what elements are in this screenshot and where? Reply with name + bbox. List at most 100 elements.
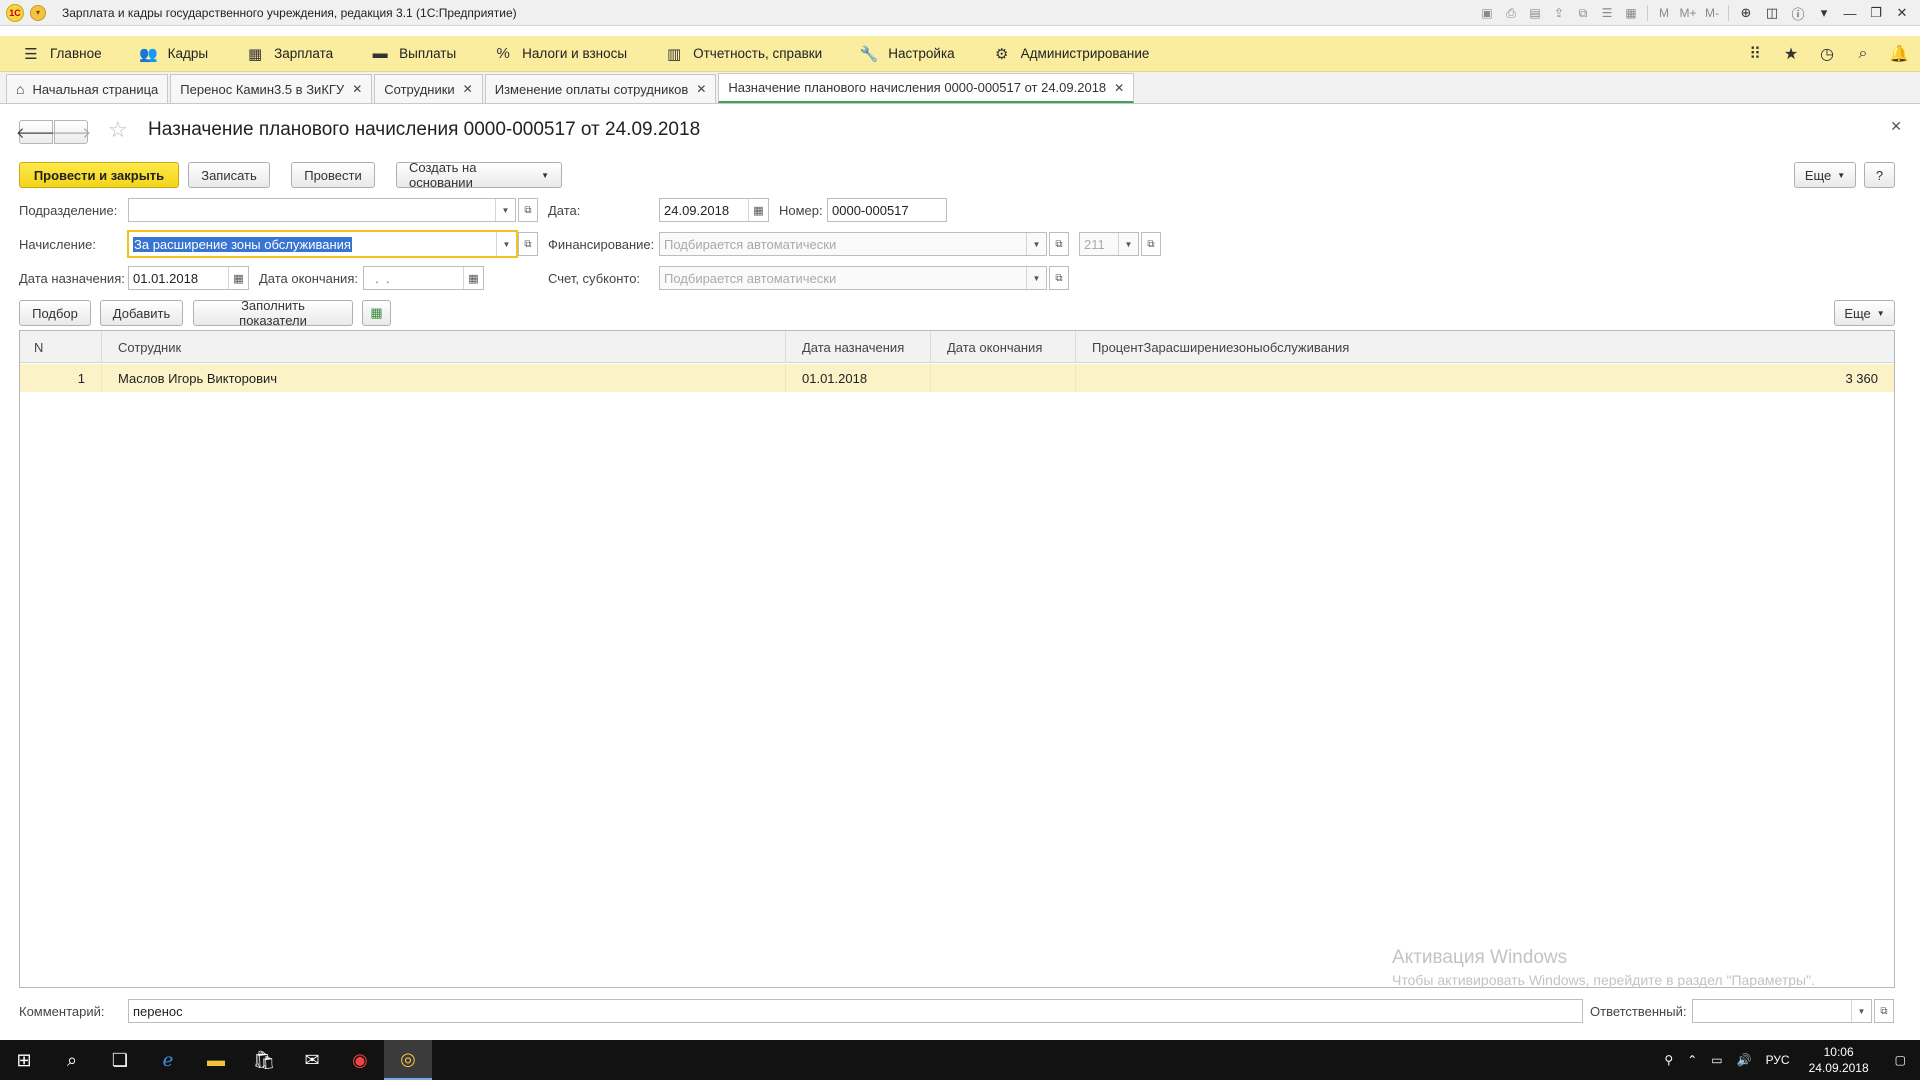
edge-browser-icon[interactable]: ℯ — [144, 1040, 192, 1080]
column-header-n[interactable]: N — [20, 331, 102, 363]
windows-start-icon[interactable]: ⊞ — [0, 1040, 48, 1080]
select-button[interactable]: Подбор — [19, 300, 91, 326]
open-icon[interactable]: ⧉ — [518, 198, 538, 222]
1c-app-icon[interactable]: ◎ — [384, 1040, 432, 1080]
section-hr[interactable]: 👥 Кадры — [118, 36, 224, 72]
chevron-down-icon[interactable]: ▼ — [1026, 267, 1046, 289]
chevron-down-icon[interactable]: ▼ — [1851, 1000, 1871, 1022]
close-tab-icon[interactable]: ✕ — [696, 82, 706, 96]
tab-planned-accrual[interactable]: Назначение планового начисления 0000-000… — [718, 73, 1135, 103]
list-icon[interactable]: ☰ — [1596, 3, 1618, 23]
account-field[interactable]: Подбирается автоматически ▼ — [659, 266, 1047, 290]
help-button[interactable]: ? — [1864, 162, 1895, 188]
favorites-star-icon[interactable]: ★ — [1780, 44, 1802, 64]
forward-button[interactable]: 🡒 — [51, 120, 91, 144]
main-menu-icon[interactable]: ▾ — [30, 4, 46, 21]
search-icon[interactable]: ⌕ — [1852, 45, 1874, 63]
calendar-icon[interactable]: ▦ — [463, 267, 483, 289]
create-based-on-button[interactable]: Создать на основании ▼ — [396, 160, 562, 190]
open-icon[interactable]: ⧉ — [1049, 232, 1069, 256]
network-icon[interactable]: ▭ — [1704, 1053, 1729, 1067]
close-icon[interactable]: ✕ — [1890, 3, 1914, 23]
chevron-down-icon[interactable]: ▼ — [496, 232, 516, 256]
chevron-up-icon[interactable]: ⌃ — [1680, 1053, 1704, 1067]
save-icon[interactable]: ▣ — [1476, 3, 1498, 23]
post-button[interactable]: Провести — [291, 162, 375, 188]
tab-home[interactable]: ⌂ Начальная страница — [6, 74, 169, 103]
number-field[interactable]: 0000-000517 — [827, 198, 947, 222]
tab-pay-change[interactable]: Изменение оплаты сотрудников ✕ — [484, 74, 717, 103]
post-and-close-button[interactable]: Провести и закрыть — [19, 162, 179, 188]
start-date-field[interactable]: 01.01.2018 ▦ — [128, 266, 249, 290]
zoom-icon[interactable]: ⊕ — [1734, 3, 1758, 23]
accrual-field[interactable]: За расширение зоны обслуживания ▼ — [127, 230, 518, 258]
table-more-button[interactable]: Еще ▼ — [1834, 300, 1895, 326]
open-icon[interactable]: ⧉ — [1049, 266, 1069, 290]
calendar-icon[interactable]: ▦ — [1620, 3, 1642, 23]
memory-minus-icon[interactable]: M- — [1701, 3, 1723, 23]
print-icon[interactable]: ⎙ — [1500, 3, 1522, 23]
search-icon[interactable]: ⌕ — [48, 1040, 96, 1080]
close-tab-icon[interactable]: ✕ — [352, 82, 362, 96]
back-button[interactable]: 🡐 — [16, 120, 56, 144]
mail-icon[interactable]: ✉ — [288, 1040, 336, 1080]
financing-field[interactable]: Подбирается автоматически ▼ — [659, 232, 1047, 256]
action-center-icon[interactable]: ▢ — [1881, 1053, 1920, 1067]
section-taxes[interactable]: % Налоги и взносы — [472, 36, 643, 72]
section-payments[interactable]: ▬ Выплаты — [349, 36, 472, 72]
comment-field[interactable]: перенос — [128, 999, 1583, 1023]
column-header-employee[interactable]: Сотрудник — [102, 331, 786, 363]
tab-transfer[interactable]: Перенос Камин3.5 в ЗиКГУ ✕ — [170, 74, 373, 103]
save-button[interactable]: Записать — [188, 162, 270, 188]
chevron-down-icon[interactable]: ▼ — [1118, 233, 1138, 255]
section-salary[interactable]: ▦ Зарплата — [224, 36, 349, 72]
add-button[interactable]: Добавить — [100, 300, 183, 326]
section-settings[interactable]: 🔧 Настройка — [838, 36, 970, 72]
link-icon[interactable]: ⧉ — [1572, 3, 1594, 23]
section-admin[interactable]: ⚙ Администрирование — [971, 36, 1166, 72]
table-row[interactable]: 1 Маслов Игорь Викторович 01.01.2018 3 3… — [20, 364, 1894, 392]
responsible-field[interactable]: ▼ — [1692, 999, 1872, 1023]
department-field[interactable]: ▼ — [128, 198, 516, 222]
kosgu-field[interactable]: 211 ▼ — [1079, 232, 1139, 256]
open-icon[interactable]: ⧉ — [1874, 999, 1894, 1023]
info-icon[interactable]: ⓘ — [1786, 3, 1810, 23]
panels-icon[interactable]: ◫ — [1760, 3, 1784, 23]
volume-icon[interactable]: 🔊 — [1730, 1053, 1759, 1067]
file-explorer-icon[interactable]: ▬ — [192, 1040, 240, 1080]
input-language[interactable]: РУС — [1759, 1053, 1797, 1067]
date-field[interactable]: 24.09.2018 ▦ — [659, 198, 769, 222]
column-header-start-date[interactable]: Дата назначения — [786, 331, 931, 363]
favorite-star-icon[interactable]: ☆ — [108, 117, 128, 143]
open-icon[interactable]: ⧉ — [518, 232, 538, 256]
preview-icon[interactable]: ▤ — [1524, 3, 1546, 23]
close-tab-icon[interactable]: ✕ — [463, 82, 473, 96]
calendar-icon[interactable]: ▦ — [228, 267, 248, 289]
more-button[interactable]: Еще ▼ — [1794, 162, 1856, 188]
history-icon[interactable]: ◷ — [1816, 44, 1838, 64]
column-header-percent[interactable]: ПроцентЗарасширениезоныобслуживания — [1076, 331, 1894, 363]
close-tab-icon[interactable]: ✕ — [1114, 81, 1124, 95]
apps-grid-icon[interactable]: ⠿ — [1744, 44, 1766, 64]
memory-icon[interactable]: M — [1653, 3, 1675, 23]
close-form-icon[interactable]: ✕ — [1890, 118, 1902, 135]
people-icon[interactable]: ⚲ — [1657, 1053, 1680, 1067]
section-reports[interactable]: ▥ Отчетность, справки — [643, 36, 838, 72]
column-header-end-date[interactable]: Дата окончания — [931, 331, 1076, 363]
open-icon[interactable]: ⧉ — [1141, 232, 1161, 256]
table-settings-icon[interactable]: ▦ — [362, 300, 391, 326]
section-main[interactable]: ☰ Главное — [0, 36, 118, 72]
tab-employees[interactable]: Сотрудники ✕ — [374, 74, 483, 103]
minimize-icon[interactable]: — — [1838, 3, 1862, 23]
upload-icon[interactable]: ⇪ — [1548, 3, 1570, 23]
store-icon[interactable]: 🛍 — [240, 1040, 288, 1080]
fill-indicators-button[interactable]: Заполнить показатели — [193, 298, 353, 328]
end-date-field[interactable]: . . ▦ — [363, 266, 484, 290]
chevron-down-icon[interactable]: ▼ — [495, 199, 515, 221]
chevron-down-icon[interactable]: ▾ — [1812, 3, 1836, 23]
chrome-icon[interactable]: ◉ — [336, 1040, 384, 1080]
restore-icon[interactable]: ❐ — [1864, 3, 1888, 23]
notifications-bell-icon[interactable]: 🔔 — [1888, 44, 1910, 64]
memory-plus-icon[interactable]: M+ — [1677, 3, 1699, 23]
chevron-down-icon[interactable]: ▼ — [1026, 233, 1046, 255]
